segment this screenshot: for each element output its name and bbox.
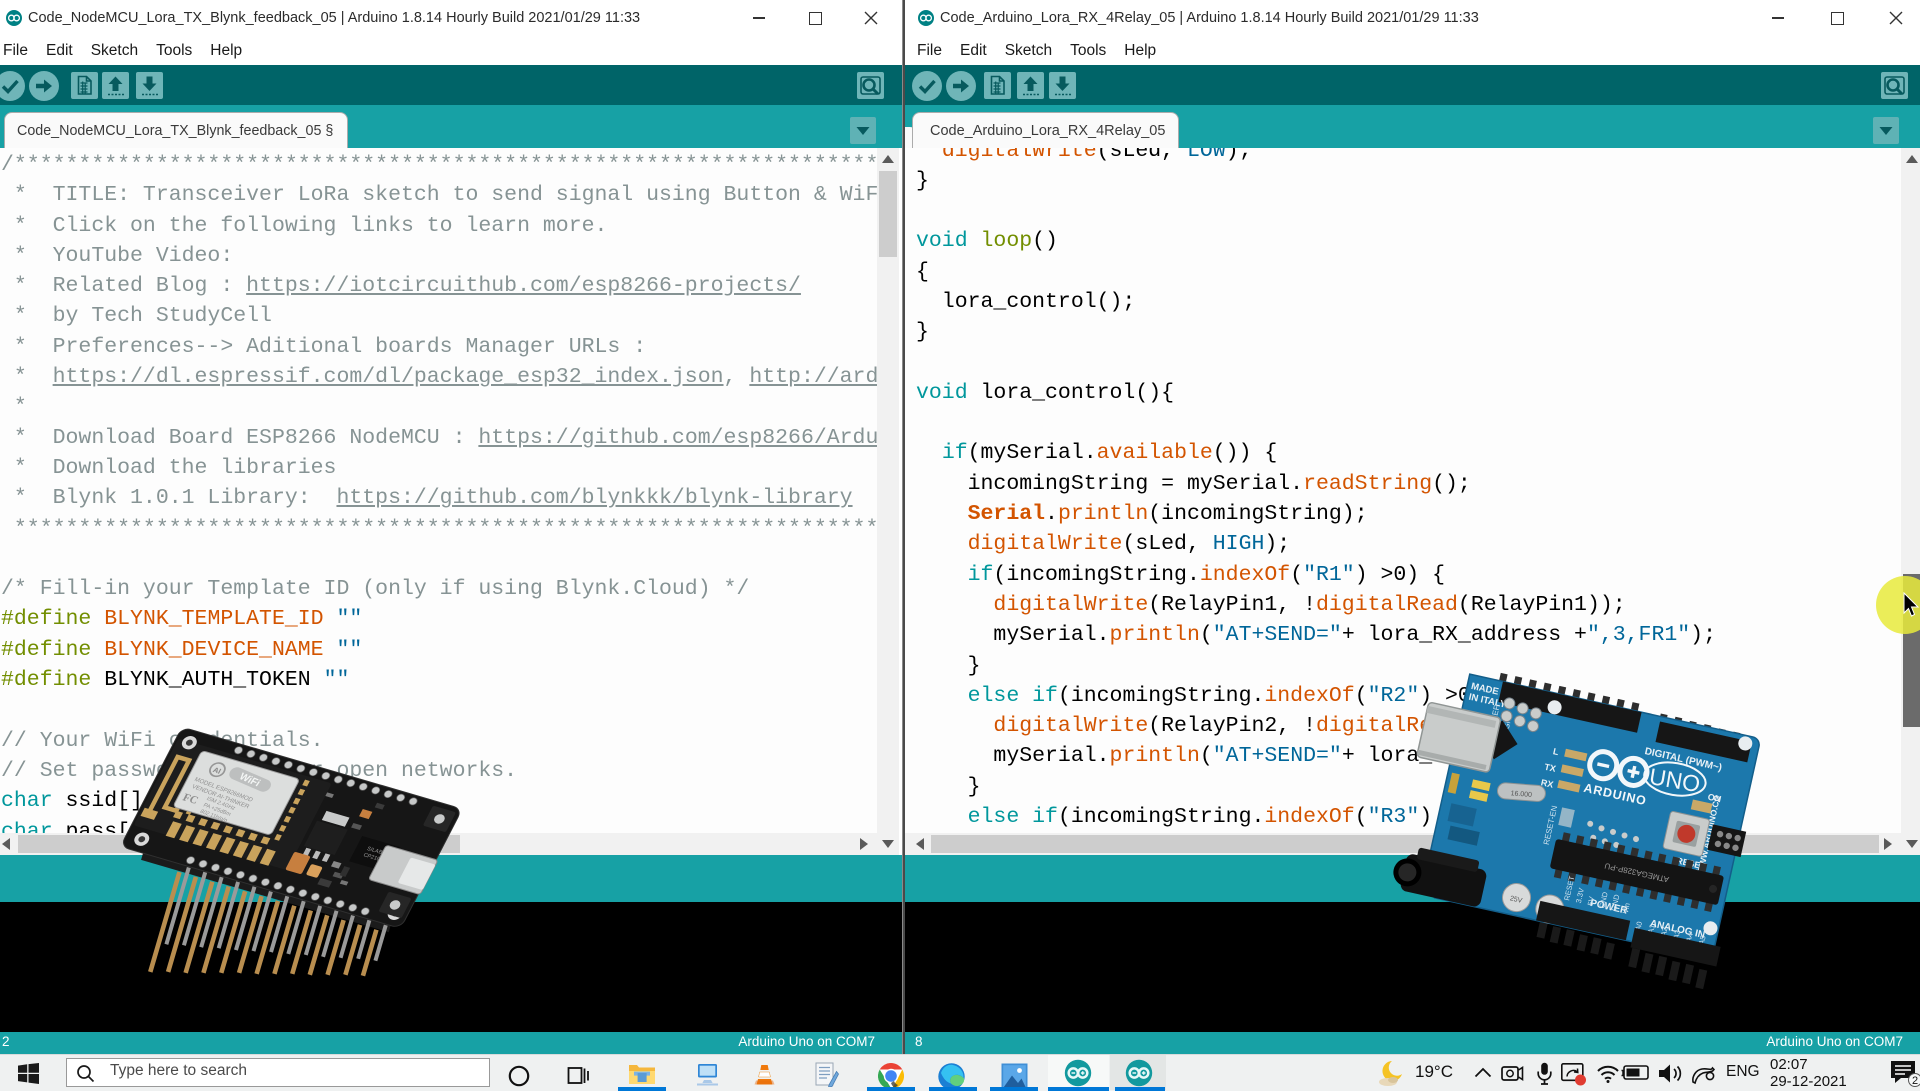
svg-text:2: 2	[1912, 1075, 1918, 1087]
